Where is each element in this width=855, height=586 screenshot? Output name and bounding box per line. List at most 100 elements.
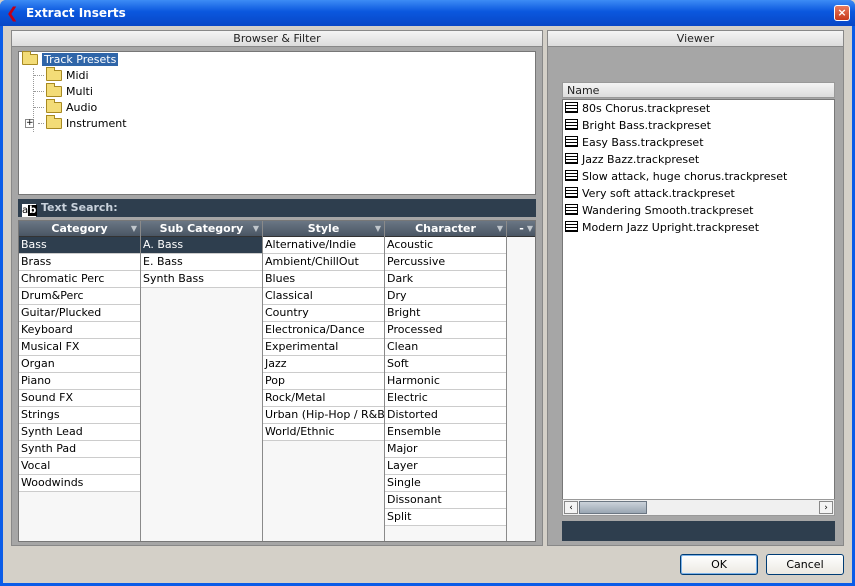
dropdown-arrow-icon[interactable]: ▼ xyxy=(527,221,533,237)
scroll-right-button[interactable]: › xyxy=(819,501,833,514)
filter-column-header[interactable]: Sub Category ▼ xyxy=(141,221,262,237)
tree-item-instrument[interactable]: Instrument xyxy=(46,115,127,131)
preset-file-item[interactable]: Slow attack, huge chorus.trackpreset xyxy=(563,168,834,185)
horizontal-scrollbar[interactable]: ‹ › xyxy=(562,499,835,516)
filter-option[interactable]: E. Bass xyxy=(141,254,262,271)
filter-option[interactable]: Acoustic xyxy=(385,237,506,254)
preset-file-name: 80s Chorus.trackpreset xyxy=(582,102,711,115)
folder-icon xyxy=(46,83,62,97)
filter-option[interactable]: Synth Pad xyxy=(19,441,140,458)
scroll-thumb[interactable] xyxy=(579,501,647,514)
filter-option[interactable]: Jazz xyxy=(263,356,384,373)
filter-option[interactable]: Experimental xyxy=(263,339,384,356)
browser-filter-panel: Browser & Filter Track Presets Midi Mult… xyxy=(11,30,543,546)
viewer-panel: Viewer Name 80s Chorus.trackpreset Bright… xyxy=(547,30,844,546)
preset-file-icon xyxy=(565,136,578,147)
scroll-left-button[interactable]: ‹ xyxy=(564,501,578,514)
filter-option[interactable]: Chromatic Perc xyxy=(19,271,140,288)
dropdown-arrow-icon[interactable]: ▼ xyxy=(253,221,259,237)
filter-option[interactable]: Country xyxy=(263,305,384,322)
tree-item-track-presets[interactable]: Track Presets xyxy=(22,51,119,67)
preset-file-name: Modern Jazz Upright.trackpreset xyxy=(582,221,760,234)
filter-option[interactable]: Organ xyxy=(19,356,140,373)
dropdown-arrow-icon[interactable]: ▼ xyxy=(375,221,381,237)
preset-file-item[interactable]: Wandering Smooth.trackpreset xyxy=(563,202,834,219)
filter-option[interactable]: Major xyxy=(385,441,506,458)
filter-option[interactable]: Brass xyxy=(19,254,140,271)
filter-option[interactable]: Blues xyxy=(263,271,384,288)
close-button[interactable]: × xyxy=(834,5,850,21)
cancel-button[interactable]: Cancel xyxy=(766,554,844,575)
preset-file-list: 80s Chorus.trackpreset Bright Bass.trackp… xyxy=(562,99,835,503)
filter-option[interactable]: Sound FX xyxy=(19,390,140,407)
filter-option[interactable]: Processed xyxy=(385,322,506,339)
filter-option[interactable]: Dissonant xyxy=(385,492,506,509)
filter-column: Character ▼ Acoustic Percussive Dark Dry Brigh… xyxy=(385,221,507,541)
dropdown-arrow-icon[interactable]: ▼ xyxy=(131,221,137,237)
filter-column-header[interactable]: Style ▼ xyxy=(263,221,384,237)
filter-option[interactable]: Soft xyxy=(385,356,506,373)
search-icon-letter: b xyxy=(28,205,38,216)
filter-column-header[interactable]: Category ▼ xyxy=(19,221,140,237)
filter-column-header[interactable]: Character ▼ xyxy=(385,221,506,237)
preset-file-item[interactable]: Very soft attack.trackpreset xyxy=(563,185,834,202)
filter-option[interactable]: Layer xyxy=(385,458,506,475)
filter-option[interactable]: Bass xyxy=(19,237,140,254)
filter-option[interactable]: A. Bass xyxy=(141,237,262,254)
filter-option[interactable]: Distorted xyxy=(385,407,506,424)
filter-option[interactable]: Piano xyxy=(19,373,140,390)
filter-column: Category ▼ Bass Brass Chromatic Perc Drum&Per… xyxy=(19,221,141,541)
filter-option[interactable]: Vocal xyxy=(19,458,140,475)
filter-option[interactable]: Clean xyxy=(385,339,506,356)
folder-icon xyxy=(46,115,62,129)
filter-option[interactable]: Synth Bass xyxy=(141,271,262,288)
tree-item-multi[interactable]: Multi xyxy=(46,83,93,99)
filter-option[interactable]: Urban (Hip-Hop / R&B) xyxy=(263,407,384,424)
tree-item-midi[interactable]: Midi xyxy=(46,67,89,83)
filter-option[interactable]: Keyboard xyxy=(19,322,140,339)
title-bar[interactable]: ❮ Extract Inserts × xyxy=(0,0,855,26)
filter-option[interactable]: Musical FX xyxy=(19,339,140,356)
filter-column: Sub Category ▼ A. Bass E. Bass Synth Bass xyxy=(141,221,263,541)
filter-option[interactable]: Bright xyxy=(385,305,506,322)
preset-file-item[interactable]: Bright Bass.trackpreset xyxy=(563,117,834,134)
filter-option[interactable]: Percussive xyxy=(385,254,506,271)
tree-item-label: Midi xyxy=(66,69,89,82)
filter-option[interactable]: Harmonic xyxy=(385,373,506,390)
filter-option[interactable]: Rock/Metal xyxy=(263,390,384,407)
filter-option[interactable]: Guitar/Plucked xyxy=(19,305,140,322)
filter-column-header[interactable]: - ▼ xyxy=(507,221,535,237)
filter-option[interactable]: Dark xyxy=(385,271,506,288)
ok-button[interactable]: OK xyxy=(680,554,758,575)
expand-icon[interactable]: + xyxy=(25,119,34,128)
filter-option[interactable]: Electric xyxy=(385,390,506,407)
filter-option[interactable]: Alternative/Indie xyxy=(263,237,384,254)
filter-option[interactable]: Ensemble xyxy=(385,424,506,441)
filter-option[interactable]: Ambient/ChillOut xyxy=(263,254,384,271)
filter-option[interactable]: Dry xyxy=(385,288,506,305)
preset-file-icon xyxy=(565,153,578,164)
filter-option[interactable]: Electronica/Dance xyxy=(263,322,384,339)
dialog-body: Browser & Filter Track Presets Midi Mult… xyxy=(3,26,852,583)
preset-file-item[interactable]: 80s Chorus.trackpreset xyxy=(563,100,834,117)
preset-file-icon xyxy=(565,187,578,198)
filter-option[interactable]: Pop xyxy=(263,373,384,390)
filter-option[interactable]: Single xyxy=(385,475,506,492)
preset-file-item[interactable]: Modern Jazz Upright.trackpreset xyxy=(563,219,834,236)
tree-item-audio[interactable]: Audio xyxy=(46,99,98,115)
filter-option[interactable]: Split xyxy=(385,509,506,526)
filter-option[interactable]: Synth Lead xyxy=(19,424,140,441)
filter-option[interactable]: Woodwinds xyxy=(19,475,140,492)
tree-item-label: Audio xyxy=(66,101,98,114)
dropdown-arrow-icon[interactable]: ▼ xyxy=(497,221,503,237)
filter-option[interactable]: Drum&Perc xyxy=(19,288,140,305)
filter-option[interactable]: Classical xyxy=(263,288,384,305)
text-search-bar[interactable]: ab Text Search: xyxy=(18,199,536,217)
filter-option[interactable]: Strings xyxy=(19,407,140,424)
window-title: Extract Inserts xyxy=(26,6,126,20)
filter-option[interactable]: World/Ethnic xyxy=(263,424,384,441)
name-column-header[interactable]: Name xyxy=(562,82,835,98)
preset-file-item[interactable]: Easy Bass.trackpreset xyxy=(563,134,834,151)
preset-file-item[interactable]: Jazz Bazz.trackpreset xyxy=(563,151,834,168)
tree-item-label: Multi xyxy=(66,85,93,98)
